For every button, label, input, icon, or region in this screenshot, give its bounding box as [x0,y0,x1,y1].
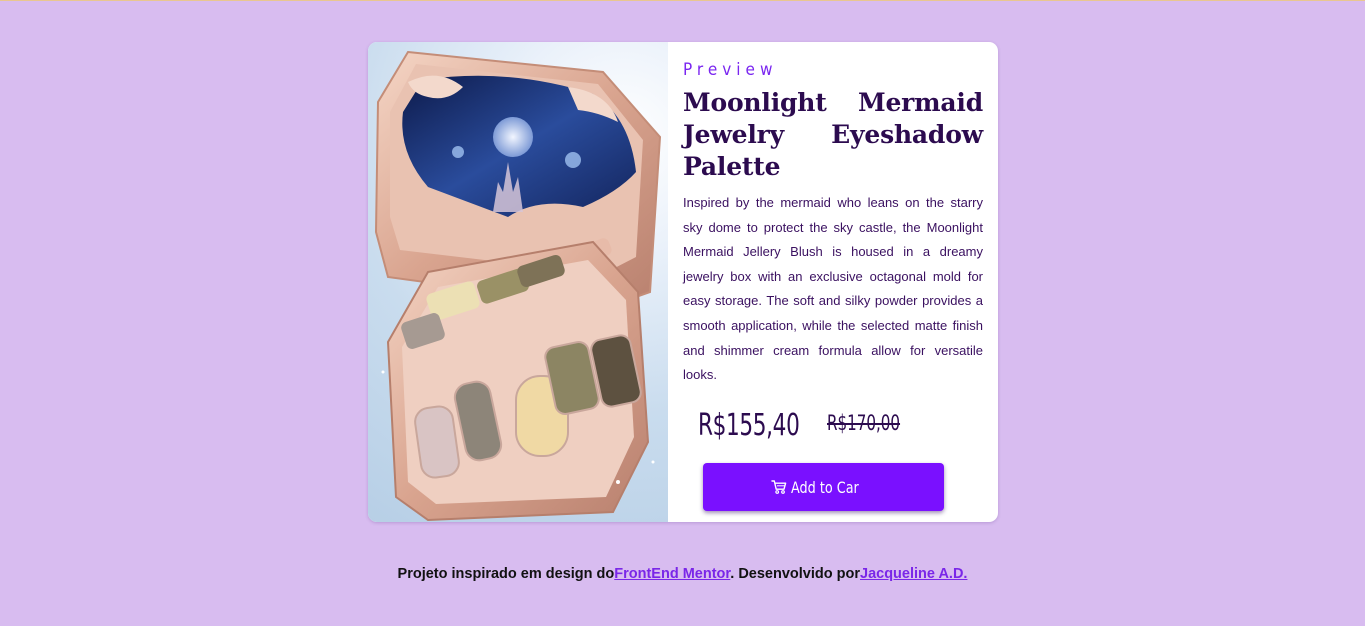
price-block: R$155,40 R$170,00 [698,408,928,443]
palette-illustration [374,50,662,522]
add-to-cart-label: Add to Car [791,477,859,497]
product-card: Preview Moonlight Mermaid Jewelry Eyesha… [368,42,998,522]
current-price: R$155,40 [698,408,800,443]
product-title: Moonlight Mermaid Jewelry Eyeshadow Pale… [683,88,983,181]
product-image [368,42,668,522]
frontend-mentor-link[interactable]: FrontEnd Mentor [614,566,730,582]
product-info: Preview Moonlight Mermaid Jewelry Eyesha… [668,42,998,522]
preview-label: Preview [683,60,778,80]
author-link[interactable]: Jacqueline A.D. [860,566,967,582]
attribution-footer: Projeto inspirado em design doFrontEnd M… [0,566,1365,582]
footer-text-middle: . Desenvolvido por [730,566,860,582]
footer-text-before: Projeto inspirado em design do [397,566,615,582]
original-price: R$170,00 [826,411,900,435]
product-description: Inspired by the mermaid who leans on the… [683,195,983,383]
add-to-cart-button[interactable]: Add to Car [703,463,944,511]
cart-icon [771,479,787,495]
